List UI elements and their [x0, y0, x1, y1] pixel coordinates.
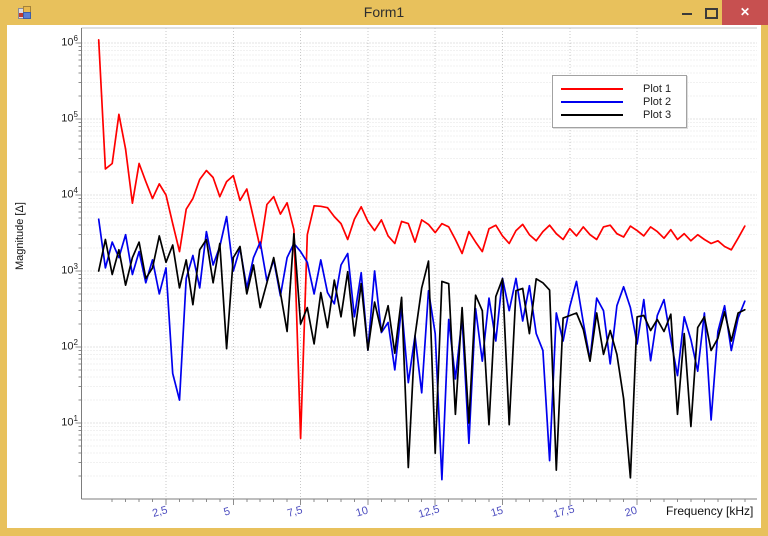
legend-label: Plot 2 — [643, 96, 671, 108]
legend-label: Plot 1 — [643, 83, 671, 95]
x-axis-title: Frequency [kHz] — [666, 504, 753, 518]
y-tick-label: 103 — [40, 262, 78, 277]
y-tick-label: 101 — [40, 414, 78, 429]
y-tick-label: 106 — [40, 34, 78, 49]
y-tick-label: 102 — [40, 338, 78, 353]
legend-entry: Plot 3 — [553, 109, 686, 121]
legend-entry: Plot 2 — [553, 96, 686, 108]
legend-line-swatch — [561, 88, 623, 90]
y-axis-title: Magnitude [Δ] — [14, 202, 26, 270]
legend: Plot 1Plot 2Plot 3 — [552, 75, 687, 128]
y-tick-label: 105 — [40, 110, 78, 125]
legend-line-swatch — [561, 114, 623, 116]
legend-label: Plot 3 — [643, 109, 671, 121]
form-window: Form1 ✕ 106105104103102101 2,557,51012,5… — [0, 0, 768, 536]
y-tick-label: 104 — [40, 186, 78, 201]
legend-line-swatch — [561, 101, 623, 103]
legend-entry: Plot 1 — [553, 83, 686, 95]
